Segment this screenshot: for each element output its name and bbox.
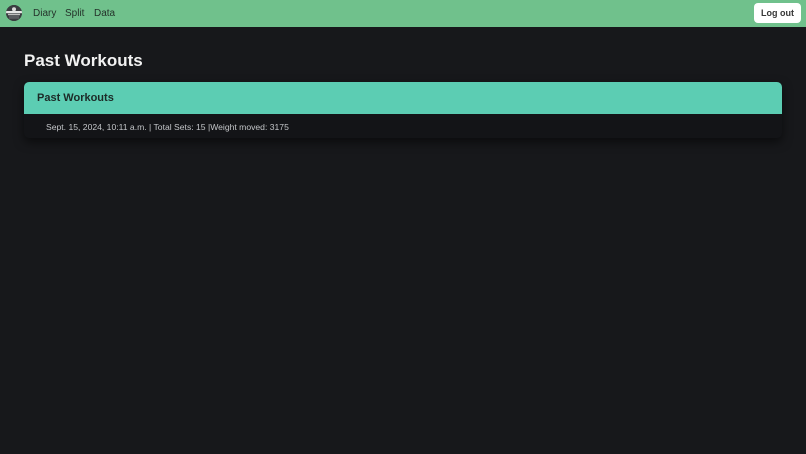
card-title: Past Workouts [37,92,114,104]
workout-entry[interactable]: Sept. 15, 2024, 10:11 a.m. | Total Sets:… [46,122,289,132]
past-workouts-card: Past Workouts Sept. 15, 2024, 10:11 a.m.… [24,82,782,138]
logout-button[interactable]: Log out [754,3,801,23]
card-header: Past Workouts [24,82,782,114]
nav-link-split[interactable]: Split [65,8,84,19]
page-title: Past Workouts [24,51,143,70]
navbar: Diary Split Data Log out [0,0,806,27]
nav-link-data[interactable]: Data [94,8,115,19]
nav-link-diary[interactable]: Diary [33,8,56,19]
logo-icon[interactable] [6,5,22,21]
